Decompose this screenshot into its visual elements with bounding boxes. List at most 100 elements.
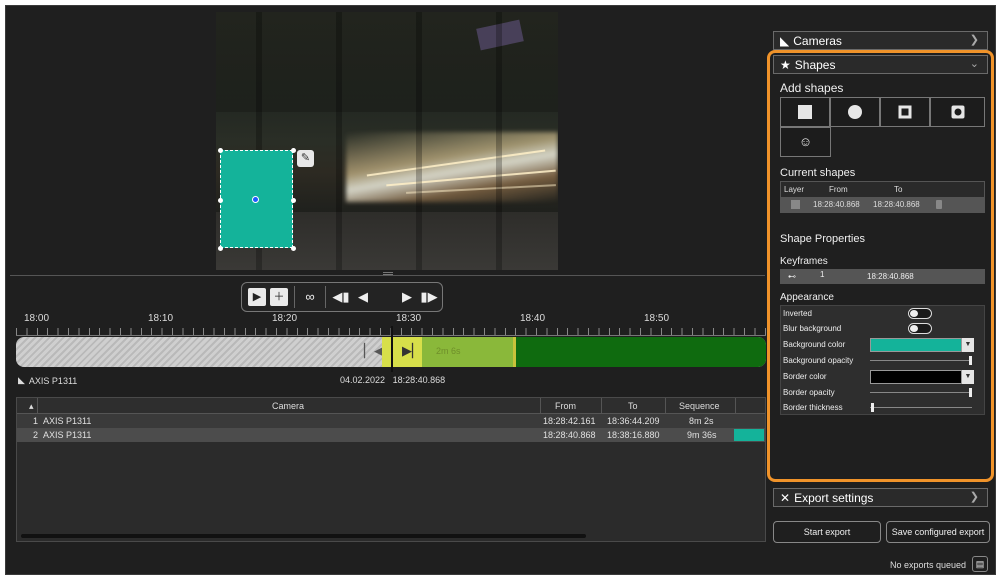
column-header-from[interactable]: From (555, 401, 576, 411)
window-frame (496, 12, 502, 270)
start-export-button[interactable]: Start export (773, 521, 881, 543)
time-label: 18:20 (272, 313, 298, 324)
slider-thumb[interactable] (969, 388, 972, 397)
export-clip-icon[interactable]: ▶ (248, 288, 266, 306)
pen-icon[interactable]: ✎ (297, 150, 314, 167)
blur-background-label: Blur background (783, 324, 842, 333)
tools-icon: ✕ (780, 490, 791, 505)
background-color-label: Background color (783, 340, 846, 349)
row-to: 18:38:16.880 (607, 430, 660, 440)
play-reverse-icon[interactable]: ◀ (354, 288, 372, 306)
shape-handle[interactable] (291, 198, 296, 203)
table-row[interactable]: 1 AXIS P1311 18:28:42.161 18:36:44.209 8… (17, 414, 765, 428)
row-to: 18:36:44.209 (607, 416, 660, 426)
divider (325, 286, 326, 308)
divider (294, 286, 295, 308)
background-color-picker[interactable] (870, 338, 962, 352)
appearance-properties: Inverted Blur background Background colo… (780, 305, 985, 415)
add-face-detection-button[interactable]: ☺ (780, 127, 831, 157)
column-header-to[interactable]: To (894, 185, 902, 194)
sequence-table: ▴ Camera From To Sequence 1 AXIS P1311 1… (16, 397, 766, 542)
horizontal-scrollbar[interactable] (21, 534, 586, 538)
column-header-camera[interactable]: Camera (272, 401, 304, 411)
table-row-selected[interactable]: 2 AXIS P1311 18:28:40.868 18:38:16.880 9… (17, 428, 765, 442)
time-label: 18:50 (644, 313, 670, 324)
keyframe-index: 1 (820, 270, 825, 279)
add-rectangle-button[interactable] (780, 97, 830, 127)
chevron-right-icon: ❯ (969, 491, 979, 503)
trash-icon[interactable] (936, 200, 942, 209)
chevron-down-icon: ⌄ (969, 58, 979, 70)
sort-icon[interactable]: ▴ (29, 401, 34, 412)
shape-from: 18:28:40.868 (813, 200, 860, 209)
chevron-down-icon[interactable]: ▼ (962, 370, 974, 384)
layer-checkbox[interactable] (791, 200, 800, 209)
slider-thumb[interactable] (969, 356, 972, 365)
add-rectangle-outline-button[interactable] (880, 97, 930, 127)
row-color-swatch (734, 429, 764, 441)
play-icon[interactable]: ▶ (398, 288, 416, 306)
time-label: 18:00 (24, 313, 50, 324)
splitter-grip[interactable] (383, 272, 393, 275)
add-image-icon[interactable]: ＋ (270, 288, 288, 306)
current-shape-row[interactable]: 18:28:40.868 18:28:40.868 (781, 197, 984, 212)
next-sequence-icon[interactable]: ▮▶ (420, 288, 438, 306)
inverted-label: Inverted (783, 309, 812, 318)
shape-handle[interactable] (218, 198, 223, 203)
previous-sequence-icon[interactable]: ◀▮ (332, 288, 350, 306)
camera-line: ◣ AXIS P1311 (18, 375, 77, 386)
column-header-sequence[interactable]: Sequence (679, 401, 720, 411)
table-header: ▴ Camera From To Sequence (17, 398, 765, 414)
hollow-circle-icon (951, 105, 964, 119)
save-configured-export-button[interactable]: Save configured export (886, 521, 990, 543)
export-settings-title: Export settings (794, 490, 874, 505)
inverted-toggle[interactable] (908, 308, 932, 319)
shape-handle[interactable] (218, 246, 223, 251)
keyframe-time: 18:28:40.868 (867, 272, 914, 281)
background-opacity-slider[interactable] (870, 356, 972, 365)
keyframes-heading: Keyframes (780, 256, 828, 267)
current-shapes-heading: Current shapes (780, 167, 856, 179)
current-date: 04.02.2022 (340, 375, 386, 385)
shape-handle[interactable] (218, 148, 223, 153)
chevron-down-icon[interactable]: ▼ (962, 338, 974, 352)
blur-background-toggle[interactable] (908, 323, 932, 334)
shape-handle[interactable] (291, 246, 296, 251)
playhead[interactable] (391, 326, 393, 372)
row-number: 2 (33, 430, 39, 440)
cameras-section-header[interactable]: ◣ Cameras ❯ (773, 31, 988, 50)
column-header-layer[interactable]: Layer (784, 185, 804, 194)
skip-start-icon[interactable]: ▏◀ (364, 343, 384, 359)
window-frame (416, 12, 422, 270)
column-header-from[interactable]: From (829, 185, 848, 194)
segment-label: 2m 6s (436, 346, 461, 356)
export-settings-header[interactable]: ✕ Export settings ❯ (773, 488, 988, 507)
add-inverted-circle-button[interactable] (930, 97, 985, 127)
background-opacity-label: Background opacity (783, 356, 854, 365)
shape-to: 18:28:40.868 (873, 200, 920, 209)
add-ellipse-button[interactable] (830, 97, 880, 127)
camera-icon: ◣ (780, 33, 790, 48)
shape-center-point[interactable] (252, 196, 259, 203)
keyframe-row[interactable]: ⊷ 1 18:28:40.868 (780, 269, 985, 284)
border-opacity-label: Border opacity (783, 388, 835, 397)
hollow-square-icon (898, 105, 912, 119)
splitter[interactable] (10, 275, 765, 276)
export-queue-icon[interactable]: ▤ (972, 556, 988, 572)
timeline-labels: 18:00 18:10 18:20 18:30 18:40 18:50 (10, 313, 770, 327)
column-header-to[interactable]: To (628, 401, 638, 411)
shape-handle[interactable] (291, 148, 296, 153)
cameras-title: Cameras (793, 33, 842, 48)
slider-thumb[interactable] (871, 403, 874, 412)
border-opacity-slider[interactable] (870, 388, 972, 397)
link-icon[interactable]: ∞ (301, 288, 319, 306)
shapes-section-header[interactable]: ★ Shapes ⌄ (773, 55, 988, 74)
timeline-segment-recorded[interactable] (516, 337, 766, 367)
window-frame (336, 12, 342, 270)
skip-end-icon[interactable]: ▶▏ (402, 343, 422, 359)
border-color-picker[interactable] (870, 370, 962, 384)
border-thickness-slider[interactable] (870, 403, 972, 412)
row-number: 1 (33, 416, 39, 426)
key-icon: ⊷ (788, 272, 796, 281)
